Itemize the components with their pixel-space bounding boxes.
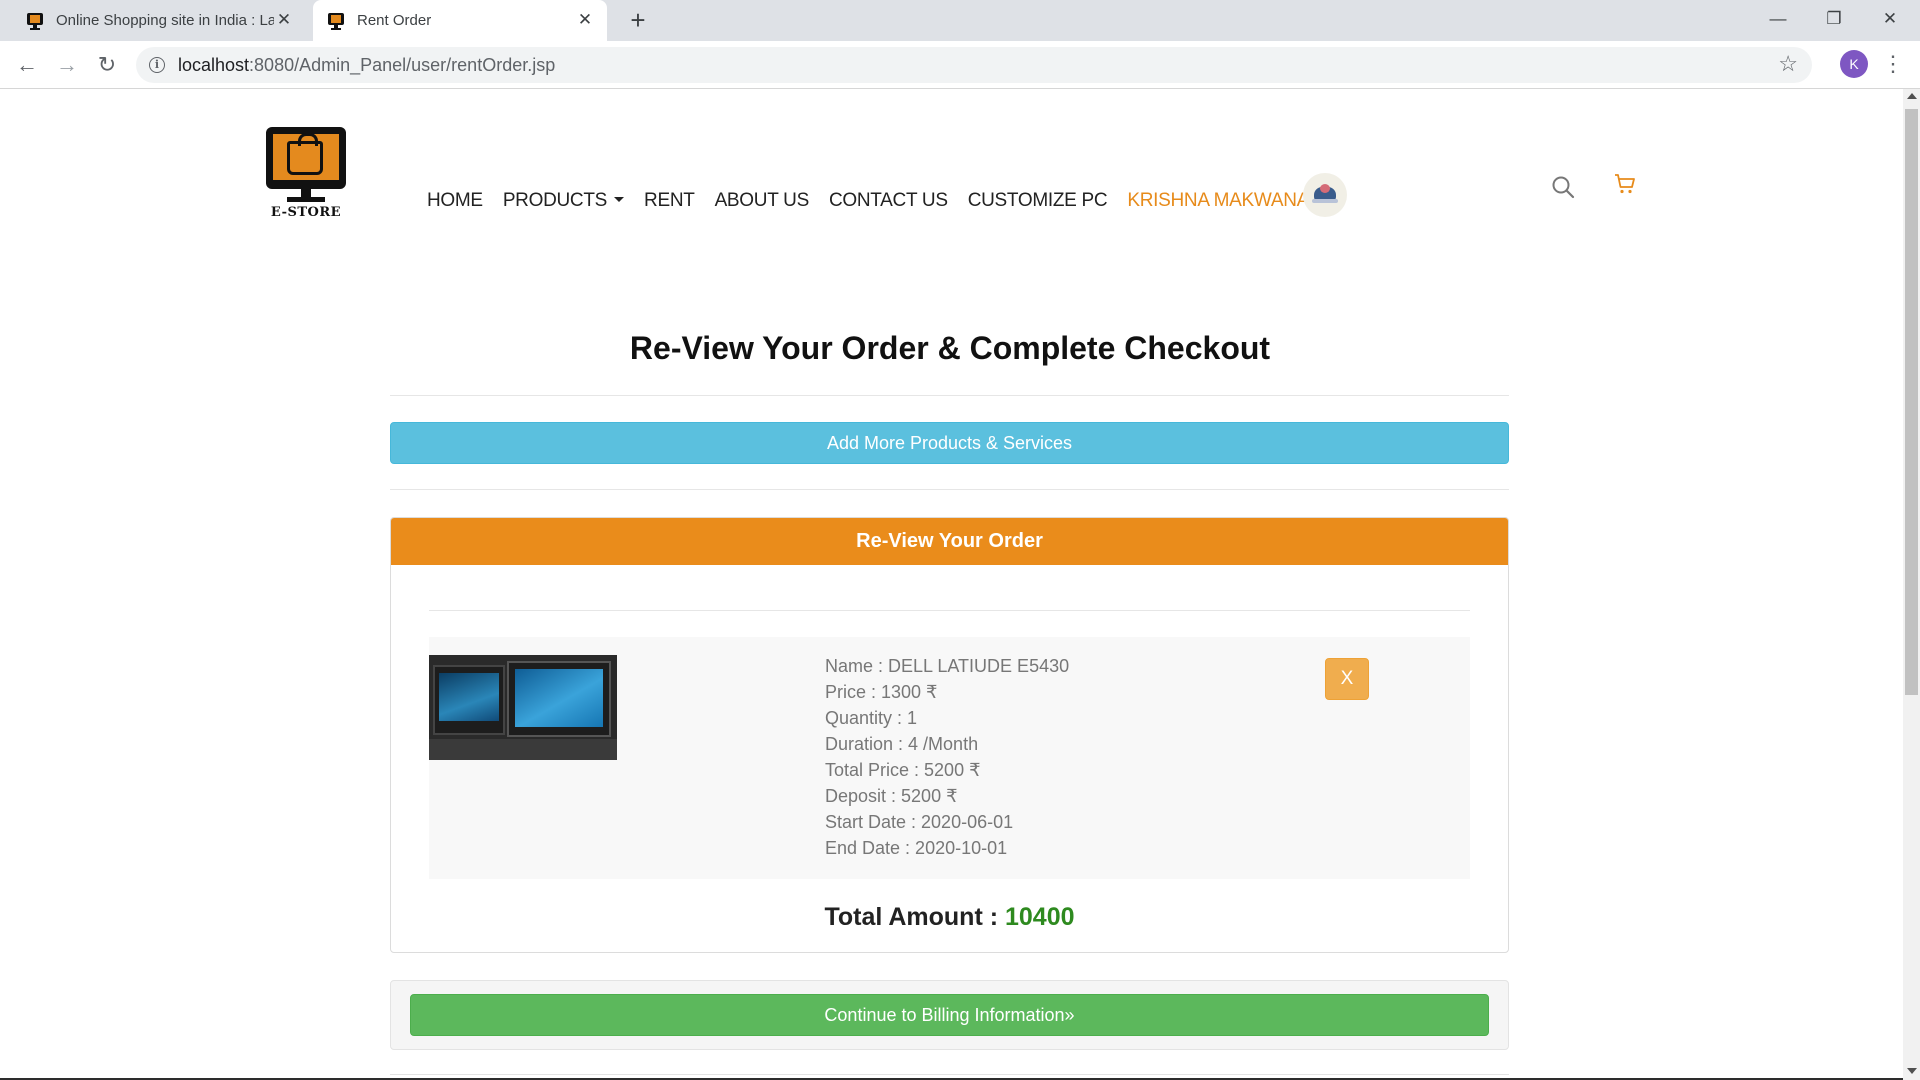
- scrollbar-thumb[interactable]: [1905, 109, 1918, 695]
- address-bar[interactable]: i localhost:8080/Admin_Panel/user/rentOr…: [136, 47, 1812, 83]
- estore-favicon-icon: [327, 12, 345, 30]
- nav-about-us[interactable]: ABOUT US: [715, 190, 810, 212]
- item-details: Name : DELL LATIUDE E5430 Price : 1300 ₹…: [825, 653, 1069, 861]
- search-icon[interactable]: [1551, 175, 1575, 199]
- browser-toolbar: ← → ↻ i localhost:8080/Admin_Panel/user/…: [0, 41, 1920, 89]
- close-tab-icon[interactable]: ✕: [575, 10, 595, 30]
- order-review-panel: Re-View Your Order Name : DELL LATIUDE E…: [390, 517, 1509, 953]
- bookmark-star-icon[interactable]: ☆: [1778, 51, 1798, 77]
- item-quantity: Quantity : 1: [825, 708, 918, 728]
- site-info-icon[interactable]: i: [149, 57, 165, 73]
- nav-rent[interactable]: RENT: [644, 190, 695, 212]
- estore-logo[interactable]: E-STORE: [265, 127, 347, 222]
- divider: [390, 395, 1509, 396]
- url-text[interactable]: localhost:8080/Admin_Panel/user/rentOrde…: [178, 55, 555, 76]
- shopping-bag-icon: [287, 133, 323, 175]
- tab-rent-order[interactable]: Rent Order ✕: [313, 0, 607, 41]
- product-image: [429, 655, 617, 760]
- item-start-date: Start Date : 2020-06-01: [825, 812, 1014, 832]
- url-path: :8080/Admin_Panel/user/rentOrder.jsp: [249, 55, 556, 75]
- back-arrow-icon[interactable]: ←: [12, 50, 42, 80]
- item-name: Name : DELL LATIUDE E5430: [825, 656, 1070, 676]
- item-duration: Duration : 4 /Month: [825, 734, 979, 754]
- profile-avatar[interactable]: K: [1840, 50, 1868, 78]
- panel-heading: Re-View Your Order: [391, 518, 1508, 565]
- reload-icon[interactable]: ↻: [92, 50, 122, 80]
- page-scrollbar[interactable]: [1903, 89, 1920, 1080]
- add-more-products-button[interactable]: Add More Products & Services: [390, 422, 1509, 464]
- tab-title: Online Shopping site in India : La: [56, 12, 274, 29]
- brand-name: E-STORE: [270, 205, 342, 220]
- nav-home[interactable]: HOME: [427, 190, 483, 212]
- browser-tab-strip: Online Shopping site in India : La ✕ Ren…: [0, 0, 1920, 41]
- item-deposit: Deposit : 5200 ₹: [825, 786, 958, 806]
- forward-arrow-icon[interactable]: →: [52, 50, 82, 80]
- continue-to-billing-button[interactable]: Continue to Billing Information»: [410, 994, 1489, 1036]
- scroll-up-arrow-icon[interactable]: [1907, 93, 1917, 99]
- minimize-button[interactable]: —: [1750, 0, 1806, 41]
- divider: [429, 610, 1470, 611]
- item-total-price: Total Price : 5200 ₹: [825, 760, 981, 780]
- shopping-cart-icon[interactable]: [1613, 172, 1637, 196]
- total-label: Total Amount :: [824, 903, 1005, 931]
- user-name: KRISHNA MAKWANA: [1127, 190, 1309, 211]
- browser-menu-icon[interactable]: ⋮: [1882, 49, 1904, 79]
- close-tab-icon[interactable]: ✕: [274, 10, 294, 30]
- restore-button[interactable]: ❐: [1806, 0, 1862, 41]
- total-amount: Total Amount : 10400: [391, 903, 1508, 932]
- item-end-date: End Date : 2020-10-01: [825, 838, 1008, 858]
- total-value: 10400: [1005, 903, 1075, 931]
- nav-products[interactable]: PRODUCTS: [502, 190, 625, 212]
- user-avatar[interactable]: [1303, 173, 1347, 217]
- order-item: Name : DELL LATIUDE E5430 Price : 1300 ₹…: [429, 637, 1470, 879]
- page-title: Re-View Your Order & Complete Checkout: [629, 330, 1271, 366]
- nav-user-menu[interactable]: KRISHNA MAKWANA: [1127, 190, 1326, 212]
- divider: [390, 1074, 1509, 1075]
- divider: [390, 489, 1509, 490]
- main-navigation: HOME PRODUCTS RENT ABOUT US CONTACT US C…: [427, 190, 1346, 212]
- nav-customize-pc[interactable]: CUSTOMIZE PC: [968, 190, 1108, 212]
- window-close-button[interactable]: ✕: [1862, 0, 1918, 41]
- tab-online-shopping[interactable]: Online Shopping site in India : La ✕: [0, 0, 306, 41]
- item-price: Price : 1300 ₹: [825, 682, 938, 702]
- new-tab-button[interactable]: +: [624, 6, 652, 34]
- url-host: localhost: [178, 55, 250, 75]
- caret-down-icon: [614, 197, 625, 202]
- nav-products-label: PRODUCTS: [502, 190, 608, 211]
- tab-title: Rent Order: [357, 12, 432, 29]
- nav-contact-us[interactable]: CONTACT US: [829, 190, 948, 212]
- remove-item-button[interactable]: X: [1325, 658, 1369, 700]
- checkout-actions: Continue to Billing Information»: [390, 980, 1509, 1050]
- estore-favicon-icon: [26, 12, 44, 30]
- scroll-down-arrow-icon[interactable]: [1907, 1068, 1917, 1074]
